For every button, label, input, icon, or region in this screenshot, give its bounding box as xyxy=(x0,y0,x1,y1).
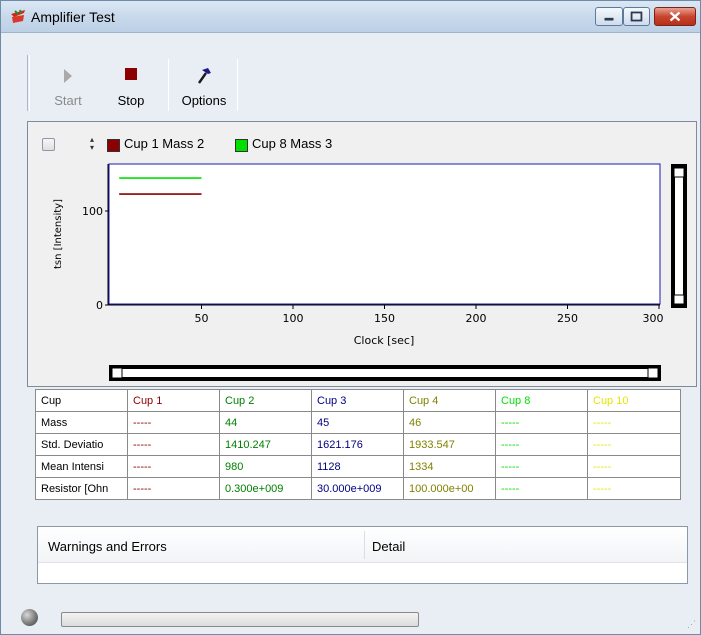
amplifier-test-window: Amplifier Test Start Stop Options ▴ ▾ Cup… xyxy=(0,0,701,635)
table-cell[interactable]: 45 xyxy=(311,411,404,434)
table-cell[interactable]: 44 xyxy=(219,411,312,434)
row-label: Mean Intensi xyxy=(35,455,128,478)
cup-data-table: Cup Cup 1 Cup 2 Cup 3 Cup 4 Cup 8 Cup 10 Mass --… xyxy=(35,389,681,500)
toolbar-separator xyxy=(237,59,238,111)
table-cell[interactable]: 0.300e+009 xyxy=(219,477,312,500)
start-label: Start xyxy=(54,93,82,108)
x-range-left-handle[interactable] xyxy=(111,367,123,379)
column-header[interactable]: Cup 3 xyxy=(311,389,404,412)
table-cell[interactable]: ----- xyxy=(495,433,588,456)
table-cell[interactable]: 100.000e+00 xyxy=(403,477,496,500)
hammer-icon xyxy=(198,68,211,84)
table-cell[interactable]: 1334 xyxy=(403,455,496,478)
options-button[interactable]: Options xyxy=(173,57,235,111)
toolbar-separator xyxy=(168,59,169,111)
row-label: Resistor [Ohn xyxy=(35,477,128,500)
table-cell[interactable]: 980 xyxy=(219,455,312,478)
y-range-bottom-handle[interactable] xyxy=(673,294,685,305)
y-range-slider[interactable] xyxy=(671,164,687,308)
toolbar-grip[interactable] xyxy=(27,55,30,111)
maximize-button[interactable] xyxy=(623,7,650,26)
y-tick-label: 100 xyxy=(82,205,103,218)
y-ticks: 0 100 xyxy=(82,205,109,312)
table-cell[interactable]: ----- xyxy=(127,433,220,456)
start-button[interactable]: Start xyxy=(43,57,93,111)
column-header[interactable]: Cup 4 xyxy=(403,389,496,412)
play-icon xyxy=(64,69,72,83)
x-axis-label: Clock [sec] xyxy=(354,334,415,347)
close-button[interactable] xyxy=(654,7,696,26)
chart-panel: ▴ ▾ Cup 1 Mass 2 Cup 8 Mass 3 50 100 150 200… xyxy=(27,121,697,387)
x-tick-label: 150 xyxy=(374,312,395,325)
column-header[interactable]: Cup 2 xyxy=(219,389,312,412)
stop-icon xyxy=(125,68,137,80)
stop-label: Stop xyxy=(117,93,145,108)
x-range-slider[interactable] xyxy=(109,365,661,381)
close-icon xyxy=(669,11,681,22)
app-icon xyxy=(11,9,25,23)
title-bar[interactable]: Amplifier Test xyxy=(1,1,700,33)
minimize-icon xyxy=(604,17,614,21)
table-row: Mass ----- 44 45 46 ----- ----- xyxy=(35,411,681,434)
minimize-button[interactable] xyxy=(595,7,623,26)
row-label: Std. Deviatio xyxy=(35,433,128,456)
x-ticks: 50 100 150 200 250 300 xyxy=(195,305,664,325)
y-range-top-handle[interactable] xyxy=(673,167,685,178)
table-cell[interactable]: ----- xyxy=(127,477,220,500)
table-cell[interactable]: 30.000e+009 xyxy=(311,477,404,500)
table-cell[interactable]: 1128 xyxy=(311,455,404,478)
table-cell[interactable]: 46 xyxy=(403,411,496,434)
x-tick-label: 200 xyxy=(466,312,487,325)
x-tick-label: 50 xyxy=(195,312,209,325)
table-cell[interactable]: 1933.547 xyxy=(403,433,496,456)
table-cell[interactable]: ----- xyxy=(587,477,681,500)
x-tick-label: 100 xyxy=(283,312,304,325)
table-cell[interactable]: 1621.176 xyxy=(311,433,404,456)
x-tick-label: 250 xyxy=(557,312,578,325)
table-row: Mean Intensi ----- 980 1128 1334 ----- ----- xyxy=(35,455,681,478)
column-header[interactable]: Cup 8 xyxy=(495,389,588,412)
y-axis-label: tsn [Intensity] xyxy=(53,199,64,269)
table-cell[interactable]: ----- xyxy=(587,433,681,456)
window-title: Amplifier Test xyxy=(31,9,115,25)
options-label: Options xyxy=(181,93,227,108)
intensity-chart[interactable]: 50 100 150 200 250 300 0 100 Clock [sec] tsn [… xyxy=(28,122,696,386)
table-cell[interactable]: 1410.247 xyxy=(219,433,312,456)
table-row: Std. Deviatio ----- 1410.247 1621.176 1933.5… xyxy=(35,433,681,456)
table-cell[interactable]: ----- xyxy=(495,411,588,434)
warnings-header: Warnings and Errors Detail xyxy=(38,527,687,563)
column-header[interactable]: Cup 10 xyxy=(587,389,681,412)
row-label: Mass xyxy=(35,411,128,434)
table-cell[interactable]: ----- xyxy=(127,455,220,478)
warnings-list[interactable]: Warnings and Errors Detail xyxy=(37,526,688,584)
table-cell[interactable]: ----- xyxy=(587,455,681,478)
detail-column-header[interactable]: Detail xyxy=(372,539,405,554)
resize-grip-icon[interactable]: ⋰ xyxy=(687,619,696,630)
warnings-column-header[interactable]: Warnings and Errors xyxy=(48,539,167,554)
plot-area xyxy=(108,163,661,305)
x-range-right-handle[interactable] xyxy=(647,367,659,379)
stop-button[interactable]: Stop xyxy=(109,57,153,111)
table-cell[interactable]: ----- xyxy=(495,477,588,500)
y-tick-label: 0 xyxy=(96,299,103,312)
maximize-icon xyxy=(630,11,643,22)
table-cell[interactable]: ----- xyxy=(495,455,588,478)
column-header[interactable]: Cup xyxy=(35,389,128,412)
table-cell[interactable]: ----- xyxy=(127,411,220,434)
progress-bar xyxy=(61,612,419,627)
x-tick-label: 300 xyxy=(643,312,664,325)
table-header-row: Cup Cup 1 Cup 2 Cup 3 Cup 4 Cup 8 Cup 10 xyxy=(35,389,681,412)
table-cell[interactable]: ----- xyxy=(587,411,681,434)
status-led-icon xyxy=(21,609,38,626)
table-row: Resistor [Ohn ----- 0.300e+009 30.000e+009 1… xyxy=(35,477,681,500)
column-header[interactable]: Cup 1 xyxy=(127,389,220,412)
